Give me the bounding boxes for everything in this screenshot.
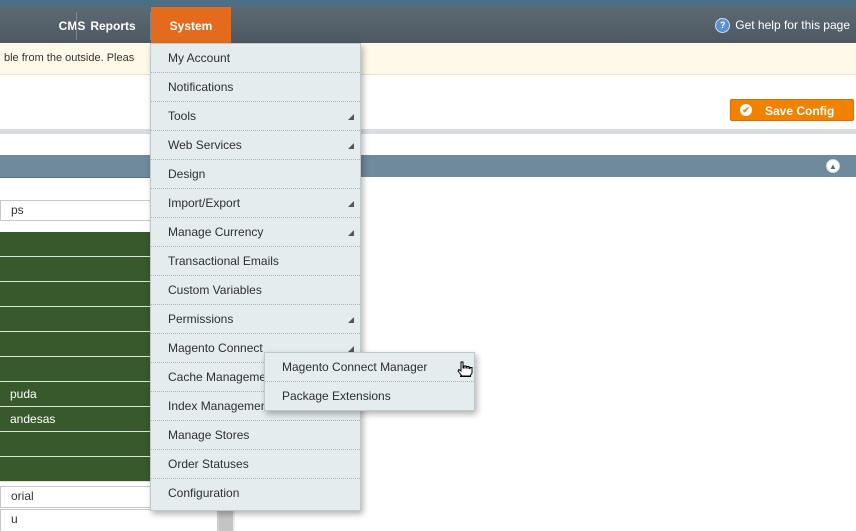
submenu-arrow-icon [348,317,354,323]
menu-item-my-account[interactable]: My Account [151,44,360,73]
menu-item-label: Import/Export [168,196,241,210]
menu-item-label: Custom Variables [168,283,262,297]
menu-item-import-export[interactable]: Import/Export [151,189,360,218]
help-link-label: Get help for this page [735,18,850,32]
save-config-label: Save Config [765,104,835,118]
menu-item-label: Magento Connect [168,341,263,355]
menu-item-label: Cache Management [168,370,277,384]
menu-item-web-services[interactable]: Web Services [151,131,360,160]
submenu-item-label: Magento Connect Manager [282,360,428,374]
menu-item-permissions[interactable]: Permissions [151,305,360,334]
menu-item-label: Permissions [168,312,234,326]
menu-item-tools[interactable]: Tools [151,102,360,131]
menu-item-label: Notifications [168,80,234,94]
submenu-arrow-icon [348,114,354,120]
nav-item-system[interactable]: System [151,7,231,43]
menu-item-design[interactable]: Design [151,160,360,189]
menu-item-custom-variables[interactable]: Custom Variables [151,276,360,305]
menu-item-label: My Account [168,51,231,65]
menu-item-manage-currency[interactable]: Manage Currency [151,218,360,247]
menu-item-notifications[interactable]: Notifications [151,73,360,102]
submenu-arrow-icon [348,201,354,207]
hand-cursor-icon [457,361,473,377]
menu-item-order-statuses[interactable]: Order Statuses [151,450,360,479]
submenu-item-label: Package Extensions [282,389,391,403]
nav-top-stripe [0,0,856,7]
menu-item-manage-stores[interactable]: Manage Stores [151,421,360,450]
notice-text: ble from the outside. Pleas [4,52,135,64]
menu-item-label: Order Statuses [168,457,249,471]
collapse-section-icon[interactable]: ▲ [826,159,840,173]
help-link[interactable]: ? Get help for this page [715,7,850,43]
nav-item-reports[interactable]: Reports [77,7,149,43]
submenu-arrow-icon [348,143,354,149]
menu-item-transactional-emails[interactable]: Transactional Emails [151,247,360,276]
menu-item-label: Design [168,167,206,181]
menu-item-label: Tools [168,109,197,123]
menu-item-label: Transactional Emails [168,254,279,268]
submenu-arrow-icon [348,230,354,236]
menu-item-label: Manage Stores [168,428,250,442]
checkmark-icon: ✔ [740,104,752,116]
menu-item-label: Configuration [168,486,240,500]
header-divider [0,129,856,134]
menu-item-label: Manage Currency [168,225,264,239]
system-dropdown-menu: My Account Notifications Tools Web Servi… [150,43,361,511]
section-header-bar [0,155,856,178]
save-config-button[interactable]: ✔ Save Config [730,99,854,121]
help-icon: ? [715,17,731,33]
magento-connect-submenu: Magento Connect Manager Package Extensio… [264,352,475,411]
menu-item-configuration[interactable]: Configuration [151,479,360,508]
left-list-item[interactable]: u [0,509,218,531]
menu-item-label: Web Services [168,138,242,152]
submenu-item-package-extensions[interactable]: Package Extensions [265,382,474,411]
submenu-item-magento-connect-manager[interactable]: Magento Connect Manager [265,353,474,382]
menu-item-label: Index Management [168,399,271,413]
